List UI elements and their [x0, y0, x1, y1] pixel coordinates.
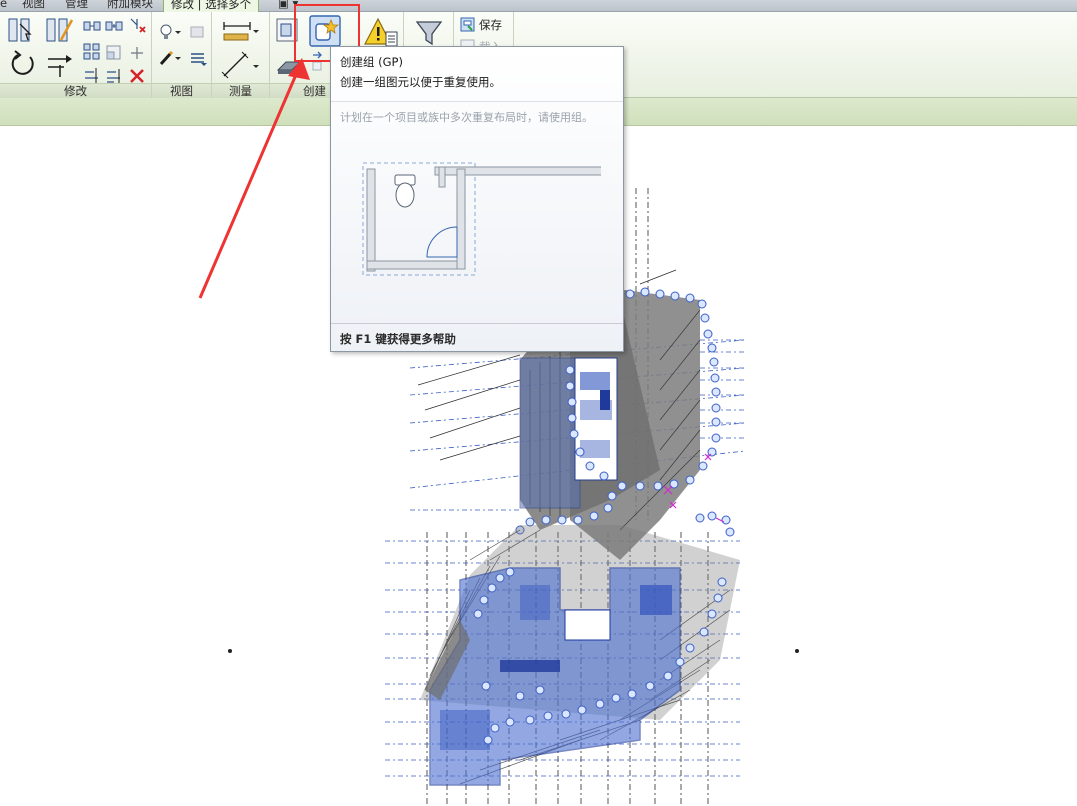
ribbon-tab-strip: e 视图 管理 附加模块 修改 | 选择多个 ▣ ▾: [0, 0, 1077, 13]
tab-view[interactable]: 视图: [22, 0, 45, 12]
tooltip-description: 创建一组图元以便于重复使用。: [340, 75, 501, 89]
create-group-tooltip: 创建组 (GP) 创建一组图元以便于重复使用。 计划在一个项目或族中多次重复布局…: [330, 46, 624, 352]
move-icon[interactable]: [82, 16, 102, 36]
red-arrow-icon: [198, 58, 310, 299]
revit-window: e 视图 管理 附加模块 修改 | 选择多个 ▣ ▾ 修改 视图 测量 创建 保…: [0, 0, 1077, 806]
array-icon[interactable]: [82, 42, 102, 62]
temp-hide-icon[interactable]: [188, 22, 208, 42]
panel-modify: 修改: [0, 12, 152, 98]
reference-point: [795, 649, 799, 653]
warning-icon[interactable]: [364, 16, 400, 50]
tooltip-divider: [331, 101, 623, 102]
tooltip-usage-tip: 计划在一个项目或族中多次重复布局时，请使用组。: [340, 111, 593, 124]
split-icon[interactable]: [127, 15, 147, 35]
scale-icon[interactable]: [104, 43, 124, 63]
mirror-icon[interactable]: [44, 16, 76, 44]
tooltip-help-hint: 按 F1 键获得更多帮助: [340, 332, 456, 346]
lower-block-plan: [425, 567, 681, 786]
tooltip-footer-divider: [331, 323, 623, 324]
save-selection-icon[interactable]: [460, 17, 476, 33]
save-selection-label[interactable]: 保存: [479, 17, 502, 33]
copy-icon[interactable]: [104, 16, 124, 36]
filter-icon[interactable]: [414, 18, 444, 48]
tooltip-title: 创建组 (GP): [340, 55, 403, 69]
hide-bulb-icon[interactable]: [158, 22, 184, 42]
pin-icon[interactable]: [127, 43, 147, 63]
tab-addins[interactable]: 附加模块: [107, 0, 153, 12]
tab-file[interactable]: e: [0, 0, 7, 12]
linework-icon[interactable]: [158, 48, 184, 68]
align-icon[interactable]: [6, 16, 38, 44]
tooltip-illustration: [362, 162, 601, 276]
tab-manage[interactable]: 管理: [65, 0, 88, 12]
panel-modify-label: 修改: [0, 83, 151, 98]
reference-point: [228, 649, 232, 653]
trim-icon[interactable]: [44, 49, 76, 79]
rotate-icon[interactable]: [8, 49, 38, 79]
